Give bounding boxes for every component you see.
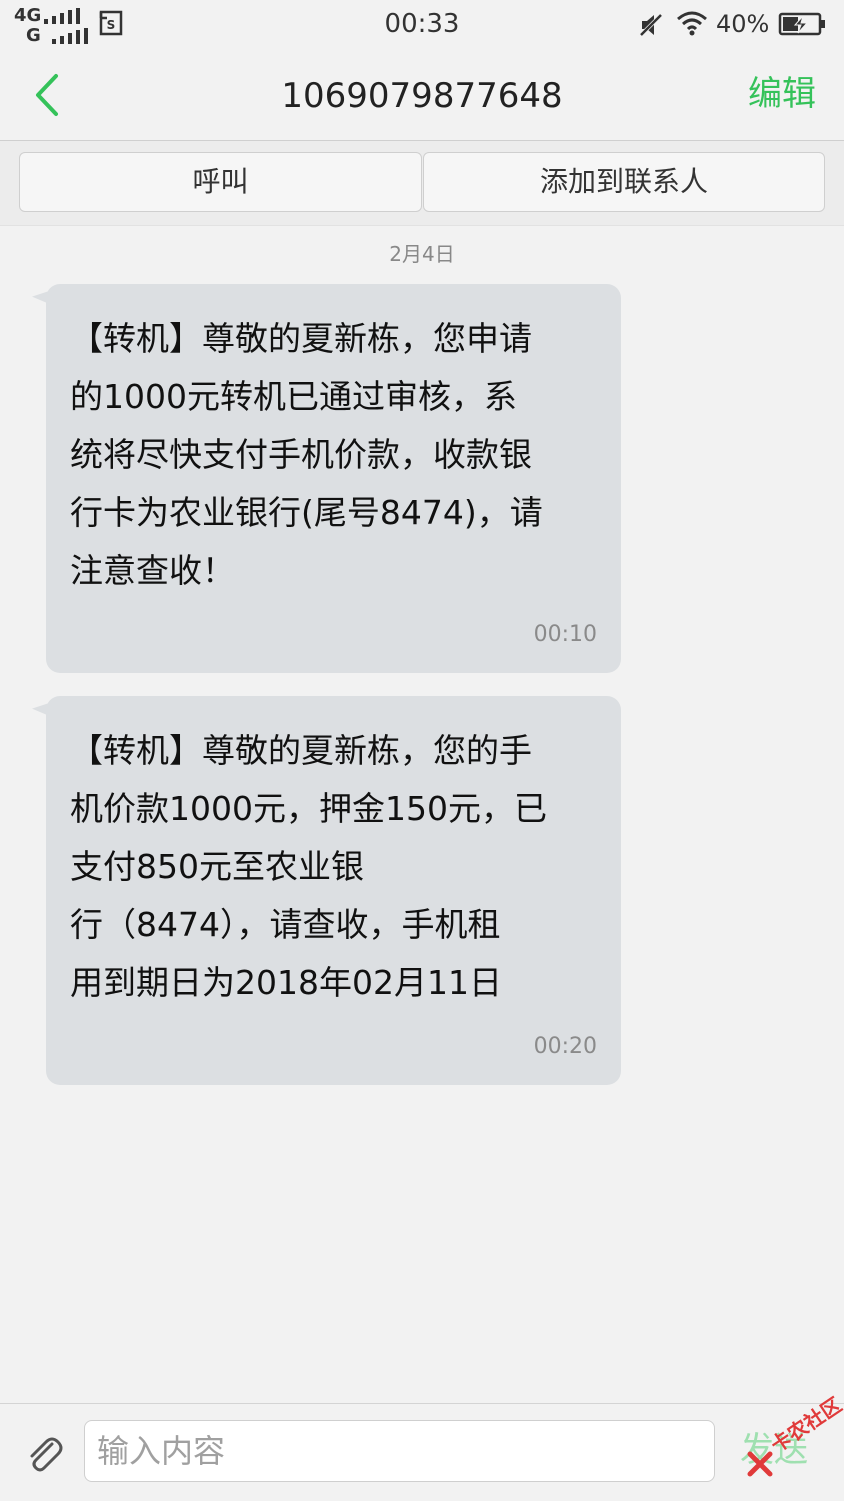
conversation-title: 1069079877648 [281, 76, 563, 116]
title-bar: 1069079877648 编辑 [0, 50, 844, 141]
message-text: 【转机】尊敬的夏新栋，您申请 的1000元转机已通过审核，系 统将尽快支付手机价… [70, 319, 543, 590]
attach-button[interactable] [22, 1432, 66, 1476]
edit-button[interactable]: 编辑 [748, 72, 816, 116]
sms-conversation-screen: 4G G S 00:33 40% 1069079877648 编辑 呼叫 添加到… [0, 0, 844, 1501]
contact-actions: 呼叫 添加到联系人 [0, 141, 844, 226]
battery-percentage: 40% [716, 10, 770, 38]
wifi-icon [677, 11, 707, 36]
message-bubble[interactable]: 【转机】尊敬的夏新栋，您申请 的1000元转机已通过审核，系 统将尽快支付手机价… [46, 284, 621, 673]
chevron-left-icon [36, 74, 58, 116]
status-bar: 4G G S 00:33 40% [0, 0, 844, 50]
back-button[interactable] [28, 70, 68, 120]
send-button[interactable]: 发送 [740, 1428, 808, 1472]
compose-bar: 发送 [0, 1403, 844, 1501]
call-button[interactable]: 呼叫 [19, 152, 422, 212]
message-time: 00:10 [533, 622, 597, 647]
date-separator: 2月4日 [389, 242, 455, 266]
mute-icon [638, 12, 664, 38]
message-input[interactable] [84, 1420, 715, 1482]
message-list[interactable]: 2月4日 【转机】尊敬的夏新栋，您申请 的1000元转机已通过审核，系 统将尽快… [0, 226, 844, 1402]
add-to-contacts-button[interactable]: 添加到联系人 [423, 152, 825, 212]
paperclip-icon [30, 1437, 63, 1472]
message-text: 【转机】尊敬的夏新栋，您的手 机价款1000元，押金150元，已 支付850元至… [70, 731, 547, 1002]
battery-charging-icon [778, 12, 825, 36]
message-time: 00:20 [533, 1034, 597, 1059]
message-bubble[interactable]: 【转机】尊敬的夏新栋，您的手 机价款1000元，押金150元，已 支付850元至… [46, 696, 621, 1085]
